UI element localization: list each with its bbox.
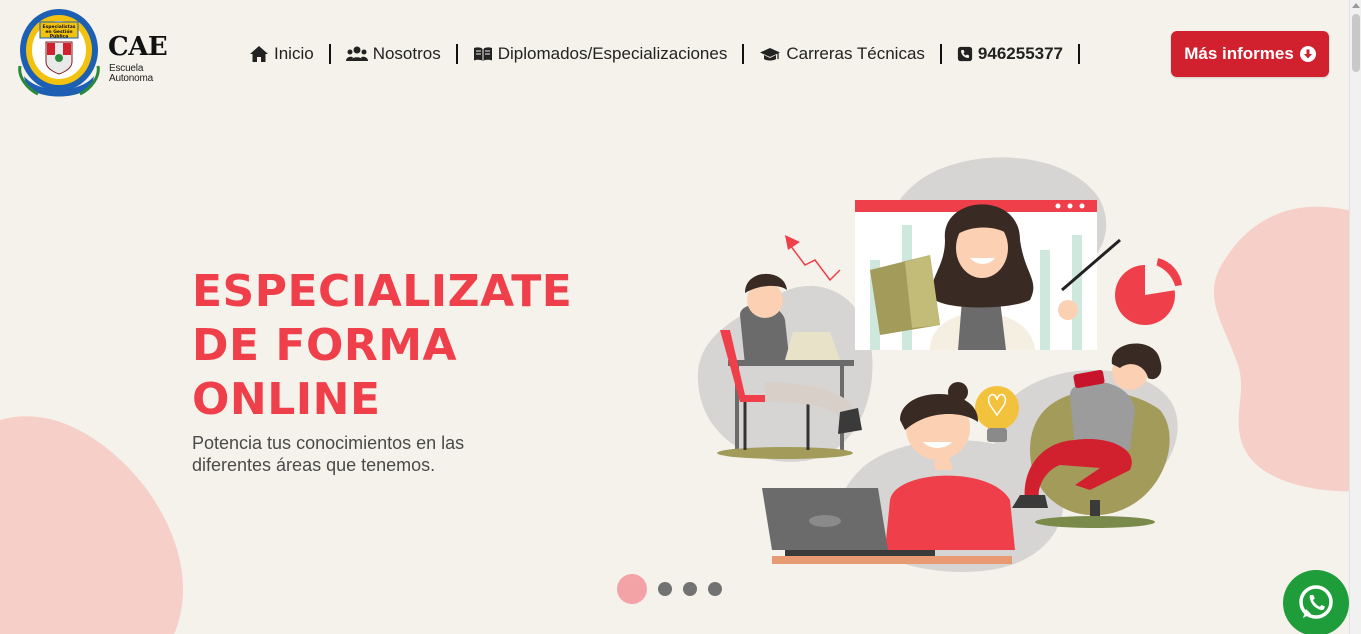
arrow-circle-down-icon [1299,46,1316,62]
graduation-cap-icon [760,48,781,61]
more-info-button[interactable]: Más informes [1171,31,1329,77]
nav-item-nosotros[interactable]: Nosotros [345,44,441,64]
main-nav: Inicio Nosotros Diplomados/Especializaci… [249,42,1095,66]
hero-title-line3: ONLINE [192,374,381,425]
users-icon [345,46,368,61]
nav-label-inicio: Inicio [274,44,314,63]
slider-dot-4[interactable] [708,582,722,596]
more-info-label: Más informes [1184,44,1294,63]
slider-dot-2[interactable] [658,582,672,596]
hero-title-line1: ESPECIALIZATE [192,266,573,317]
nav-divider [742,44,745,64]
whatsapp-button[interactable] [1283,570,1349,634]
hero-title: ESPECIALIZATE DE FORMA ONLINE [192,265,612,427]
brand-name: CAE [108,32,168,62]
nav-label-diplomados: Diplomados/Especializaciones [497,44,728,63]
seal-icon: Especialistas en Gestión Pública [18,9,100,97]
scroll-up-icon[interactable] [1352,3,1360,8]
svg-text:Pública: Pública [50,33,69,40]
nav-label-carreras: Carreras Técnicas [786,44,925,63]
site-header: Especialistas en Gestión Pública CAE Esc… [0,0,1349,108]
hero-subtitle: Potencia tus conocimientos en las difere… [192,433,465,475]
nav-divider [455,44,458,64]
nav-item-carreras[interactable]: Carreras Técnicas [759,44,925,64]
whatsapp-icon [1299,585,1333,619]
slider-dot-1[interactable] [617,574,647,604]
nav-divider [328,44,331,64]
brand-logo[interactable]: Especialistas en Gestión Pública CAE Esc… [18,6,168,98]
hero-title-line2: DE FORMA [192,320,458,371]
phone-square-icon [957,46,973,62]
nav-item-phone[interactable]: 946255377 [957,44,1063,64]
decorative-blob-left [0,416,183,634]
nav-label-phone: 946255377 [977,44,1064,63]
nav-item-inicio[interactable]: Inicio [249,44,314,64]
nav-divider [939,44,942,64]
slider-pagination [617,574,722,604]
slider-dot-3[interactable] [683,582,697,596]
nav-divider [1078,44,1081,64]
page-scrollbar[interactable] [1349,0,1361,634]
brand-subtitle: Escuela Autonoma [109,63,153,84]
scrollbar-thumb[interactable] [1352,14,1360,72]
decorative-blob-right [1213,206,1361,492]
online-learning-illustration [697,157,1182,572]
book-open-icon [473,47,492,61]
nav-item-diplomados[interactable]: Diplomados/Especializaciones [473,44,728,64]
home-icon [250,46,268,62]
nav-label-nosotros: Nosotros [372,44,441,63]
